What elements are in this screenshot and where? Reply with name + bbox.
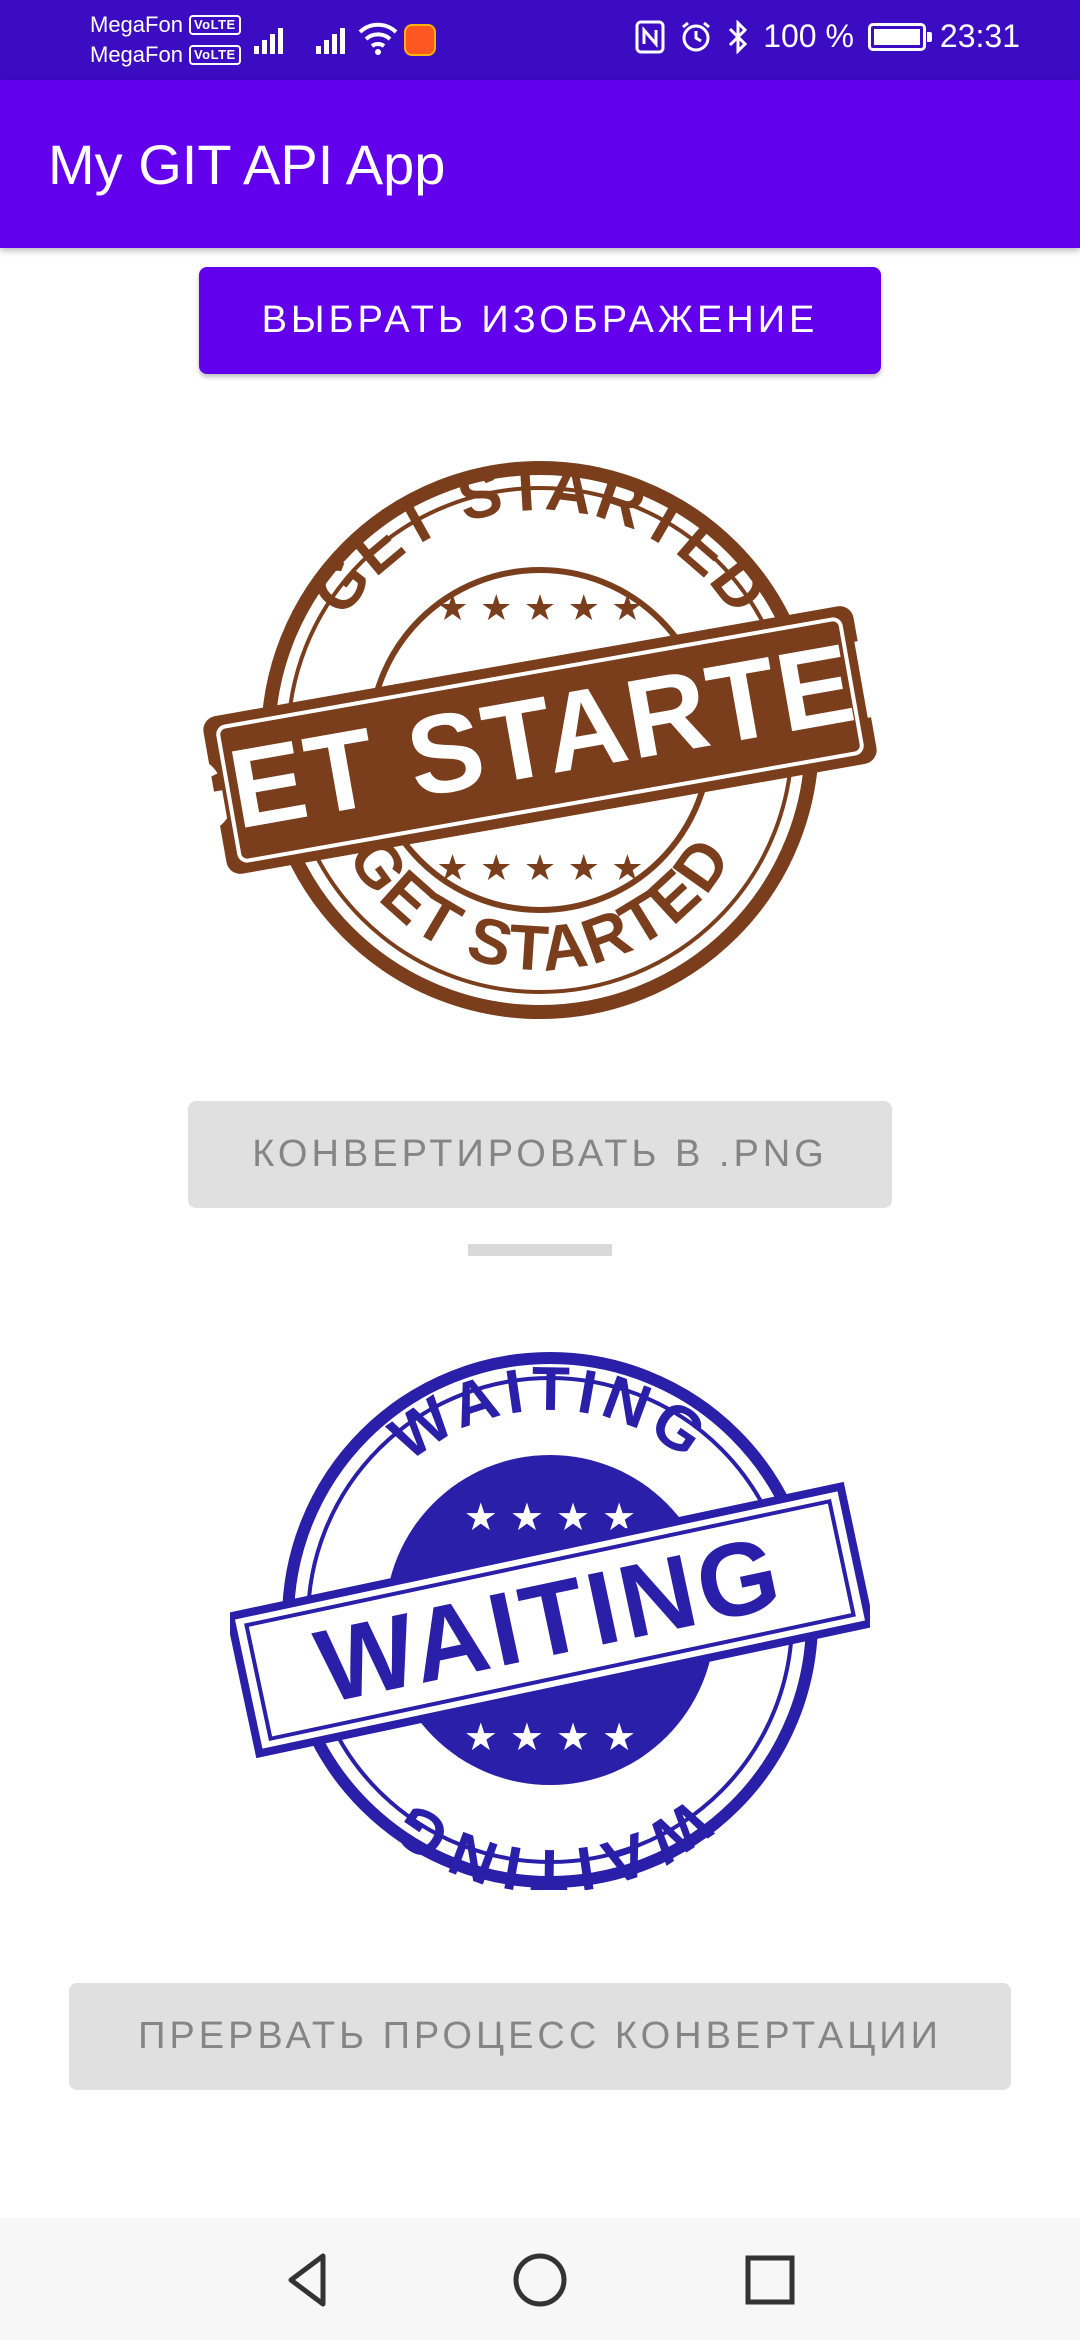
volte-badge-2: VoLTE	[188, 45, 241, 65]
battery-icon	[867, 22, 932, 51]
volte-badge-1: VoLTE	[188, 15, 241, 35]
waiting-bottom-text: WAITING	[377, 1786, 716, 1905]
nfc-icon	[635, 20, 665, 53]
signal-icon-2	[316, 24, 345, 54]
status-right: 100 % 23:31	[635, 18, 1020, 55]
waiting-stamp-image: WAITING WAITING ★ ★ ★ ★ ★ ★ ★ ★ WAITING	[225, 1352, 875, 1905]
navigation-bar	[0, 2218, 1080, 2340]
notification-icon	[404, 24, 436, 56]
carrier-info: MegaFon VoLTE MegaFon VoLTE	[90, 10, 241, 70]
clock: 23:31	[939, 18, 1020, 54]
back-icon[interactable]	[277, 2248, 341, 2312]
svg-text:★ ★ ★ ★ ★: ★ ★ ★ ★ ★	[436, 848, 643, 889]
source-image: GET STARTED GET STARTED GET STARTED ★ ★ …	[133, 451, 946, 1020]
app-bar: My GIT API App	[0, 80, 1080, 248]
result-image: WAITING WAITING ★ ★ ★ ★ ★ ★ ★ ★ WAITING	[225, 1350, 875, 1905]
home-icon[interactable]	[508, 2248, 572, 2312]
wifi-icon	[358, 22, 398, 55]
signal-icon	[254, 24, 283, 54]
svg-text:WAITING: WAITING	[377, 1786, 722, 1890]
alarm-icon	[682, 21, 711, 51]
get-started-stamp-image: GET STARTED GET STARTED GET STARTED ★ ★ …	[133, 451, 946, 1019]
convert-png-button[interactable]: КОНВЕРТИРОВАТЬ В .PNG	[188, 1101, 892, 1208]
select-image-button[interactable]: ВЫБРАТЬ ИЗОБРАЖЕНИЕ	[199, 267, 881, 374]
svg-text:★ ★ ★ ★ ★: ★ ★ ★ ★ ★	[436, 588, 643, 629]
status-bar: MegaFon VoLTE MegaFon VoLTE 100 % 23:31	[0, 0, 1080, 80]
recents-icon[interactable]	[738, 2248, 802, 2312]
svg-text:★ ★ ★ ★: ★ ★ ★ ★	[464, 1715, 637, 1759]
bluetooth-icon	[729, 19, 748, 54]
carrier-1-label: MegaFon	[90, 12, 183, 37]
battery-percent: 100 %	[763, 18, 854, 54]
carrier-2-label: MegaFon	[90, 42, 183, 67]
app-title: My GIT API App	[48, 133, 446, 196]
progress-indicator	[468, 1244, 612, 1256]
abort-conversion-button[interactable]: ПРЕРВАТЬ ПРОЦЕСС КОНВЕРТАЦИИ	[69, 1983, 1011, 2090]
